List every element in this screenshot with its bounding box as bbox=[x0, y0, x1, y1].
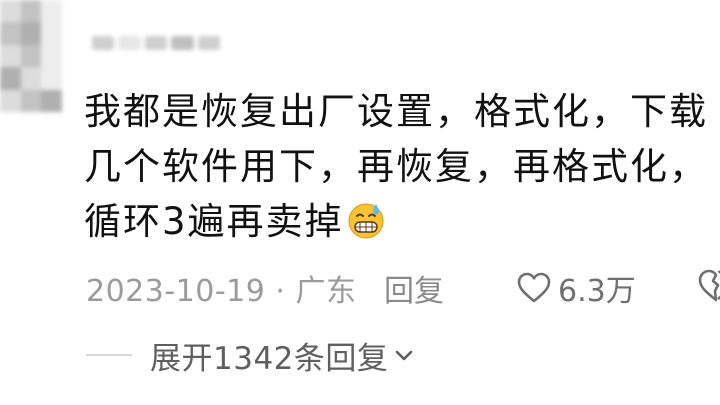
expand-replies-label: 展开1342条回复 bbox=[150, 340, 389, 377]
comment-body: 我都是恢复出厂设置，格式化，下载 几个软件用下，再恢复，再格式化， 循环3遍再卖… bbox=[84, 84, 720, 249]
comment-line-1: 我都是恢复出厂设置，格式化，下载 bbox=[84, 90, 708, 133]
like-count: 6.3万 bbox=[558, 274, 636, 309]
divider-line bbox=[86, 354, 132, 356]
comment-line-3: 循环3遍再卖掉 bbox=[84, 200, 344, 243]
comment-screen: 我都是恢复出厂设置，格式化，下载 几个软件用下，再恢复，再格式化， 循环3遍再卖… bbox=[0, 0, 720, 405]
grimacing-sweat-emoji-icon bbox=[348, 203, 384, 239]
comment-line-2: 几个软件用下，再恢复，再格式化， bbox=[84, 145, 708, 188]
chevron-down-icon bbox=[396, 350, 413, 361]
broken-heart-icon[interactable] bbox=[696, 268, 720, 304]
date-location: 2023-10-19 · 广东 bbox=[86, 274, 357, 309]
avatar[interactable] bbox=[0, 0, 62, 112]
username-blurred[interactable] bbox=[92, 36, 221, 50]
expand-replies-button[interactable]: 展开1342条回复 bbox=[84, 330, 416, 380]
like-button[interactable]: 6.3万 bbox=[516, 266, 636, 310]
comment-meta: 2023-10-19 · 广东 回复 6.3万 bbox=[84, 262, 720, 312]
heart-icon bbox=[517, 272, 551, 303]
reply-button[interactable]: 回复 bbox=[384, 266, 444, 310]
